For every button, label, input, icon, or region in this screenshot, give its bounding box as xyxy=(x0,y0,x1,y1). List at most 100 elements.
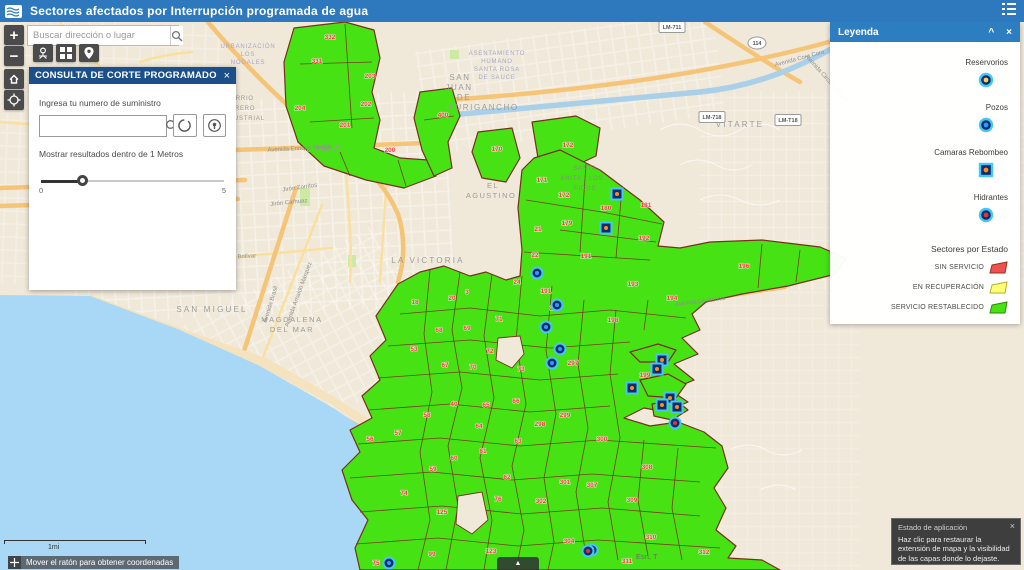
basemap-grid-icon xyxy=(60,47,72,59)
basemap-gallery-button[interactable] xyxy=(56,44,76,62)
sector-number: 172 xyxy=(559,192,570,199)
zoom-in-button[interactable]: + xyxy=(4,25,24,45)
slider-min-label: 0 xyxy=(39,186,43,195)
area-label: SANTA ROSA xyxy=(474,67,520,73)
legend-header[interactable]: Leyenda ^ × xyxy=(830,22,1020,42)
streetview-tool-button[interactable] xyxy=(79,44,99,62)
camara-marker[interactable] xyxy=(601,223,612,234)
district-label: SAN xyxy=(449,73,470,82)
sector-number: 24 xyxy=(513,279,521,286)
home-button[interactable] xyxy=(4,69,24,89)
area-label: FICUS xyxy=(574,186,596,192)
pozo-marker[interactable] xyxy=(541,322,552,333)
search-input[interactable] xyxy=(28,26,170,45)
svg-text:LM-T18: LM-T18 xyxy=(778,118,797,124)
sector-number: 61 xyxy=(479,448,487,455)
sector-number: 58 xyxy=(423,412,431,419)
camara-marker[interactable] xyxy=(657,400,668,411)
area-label: NOGALES xyxy=(231,60,266,66)
sector-number: 181 xyxy=(641,202,652,209)
map-attribution: Esri, T xyxy=(636,552,658,561)
legend-collapse-button[interactable]: ^ xyxy=(988,27,994,38)
sector-number: 62 xyxy=(503,474,511,481)
area-label: URBANIZACIÓN xyxy=(221,43,276,50)
pozo-marker[interactable] xyxy=(384,558,395,569)
distance-slider: 0 5 xyxy=(39,173,226,191)
district-label: JUAN xyxy=(445,83,472,92)
legend-status-row: EN RECUPERACIÓN xyxy=(913,281,1008,294)
zoom-out-button[interactable]: − xyxy=(4,46,24,66)
pick-location-button[interactable] xyxy=(203,114,227,137)
sector-number: 299 xyxy=(560,412,571,419)
sector-number: 310 xyxy=(646,534,657,541)
sector-number: 59 xyxy=(429,466,437,473)
crosshair-icon[interactable] xyxy=(8,556,21,569)
pozo-marker[interactable] xyxy=(547,358,558,369)
area-label: SANTA xyxy=(573,166,597,172)
sector-number: 304 xyxy=(564,538,575,545)
sector-number: 400 xyxy=(438,112,449,119)
legend-square-icon xyxy=(978,162,994,183)
hidrante-marker[interactable] xyxy=(583,546,594,557)
area-label: ASENTAMIENTO xyxy=(469,51,525,57)
sector-number: 308 xyxy=(642,464,653,471)
sector-number: 125 xyxy=(437,509,448,516)
sector-number: 99 xyxy=(428,551,436,558)
consulta-close-button[interactable]: × xyxy=(224,70,230,82)
supply-number-label: Ingresa tu numero de suministro xyxy=(39,98,226,108)
sector-number: 311 xyxy=(622,558,633,565)
legend-close-button[interactable]: × xyxy=(1006,27,1012,38)
area-label: HUMANO xyxy=(481,59,512,65)
camara-marker[interactable] xyxy=(627,383,638,394)
sector-number: 192 xyxy=(639,235,650,242)
consulta-panel-header[interactable]: CONSULTA DE CORTE PROGRAMADO × xyxy=(29,67,236,84)
clear-selection-button[interactable] xyxy=(173,114,197,137)
supply-number-input[interactable] xyxy=(40,116,165,136)
sector-number: 170 xyxy=(492,146,503,153)
hidrante-marker[interactable] xyxy=(670,418,681,429)
sector-number: 179 xyxy=(562,220,573,227)
scalebar-label: 1mi xyxy=(48,544,146,551)
near-me-tool-button[interactable] xyxy=(33,44,53,62)
sector-number: 297 xyxy=(568,360,579,367)
area-label: DE SAUCE xyxy=(478,75,515,81)
slider-max-label: 5 xyxy=(222,186,226,195)
chevron-up-icon: ▲ xyxy=(515,560,522,567)
district-label: DEL MAR xyxy=(270,325,314,334)
camara-marker[interactable] xyxy=(652,364,663,375)
app-state-popup-close[interactable]: × xyxy=(1010,521,1015,531)
legend-body: ReservoriosPozosCamaras RebombeoHidrante… xyxy=(830,42,1020,324)
camara-marker[interactable] xyxy=(672,402,683,413)
legend-status-row: SIN SERVICIO xyxy=(935,261,1008,274)
slider-handle[interactable] xyxy=(77,175,88,186)
sector-number: 73 xyxy=(517,366,525,373)
sector-number: 53 xyxy=(410,346,418,353)
search-bar xyxy=(27,25,179,46)
pozo-marker[interactable] xyxy=(552,300,563,311)
attribute-table-tab[interactable]: ▲ xyxy=(497,557,539,570)
sector-number: 68 xyxy=(435,327,443,334)
search-button[interactable] xyxy=(170,26,183,45)
sector-number: 75 xyxy=(372,560,380,567)
location-pin-icon xyxy=(83,46,95,60)
legend-panel: Leyenda ^ × ReservoriosPozosCamaras Rebo… xyxy=(830,22,1020,324)
locate-button[interactable] xyxy=(4,90,24,110)
sector-number: 172 xyxy=(563,142,574,149)
consulta-panel: CONSULTA DE CORTE PROGRAMADO × Ingresa t… xyxy=(29,67,236,290)
sector-number: 331 xyxy=(312,58,323,65)
legend-item-label: Reservorios xyxy=(965,58,1008,67)
sector-number: 194 xyxy=(667,295,678,302)
sector-number: 301 xyxy=(560,479,571,486)
sector-number: 21 xyxy=(534,226,542,233)
app-state-popup-title: Estado de aplicación xyxy=(898,523,1014,532)
legend-circle-icon xyxy=(978,207,994,228)
sector-number: 200 xyxy=(385,147,396,154)
pozo-marker[interactable] xyxy=(532,268,543,279)
pozo-marker[interactable] xyxy=(555,344,566,355)
sector-number: 66 xyxy=(512,398,520,405)
camara-marker[interactable] xyxy=(612,189,623,200)
layer-list-icon[interactable] xyxy=(1002,2,1016,20)
legend-item-label: Pozos xyxy=(986,103,1008,112)
pin-icon xyxy=(207,118,222,133)
sector-number: 72 xyxy=(486,348,494,355)
